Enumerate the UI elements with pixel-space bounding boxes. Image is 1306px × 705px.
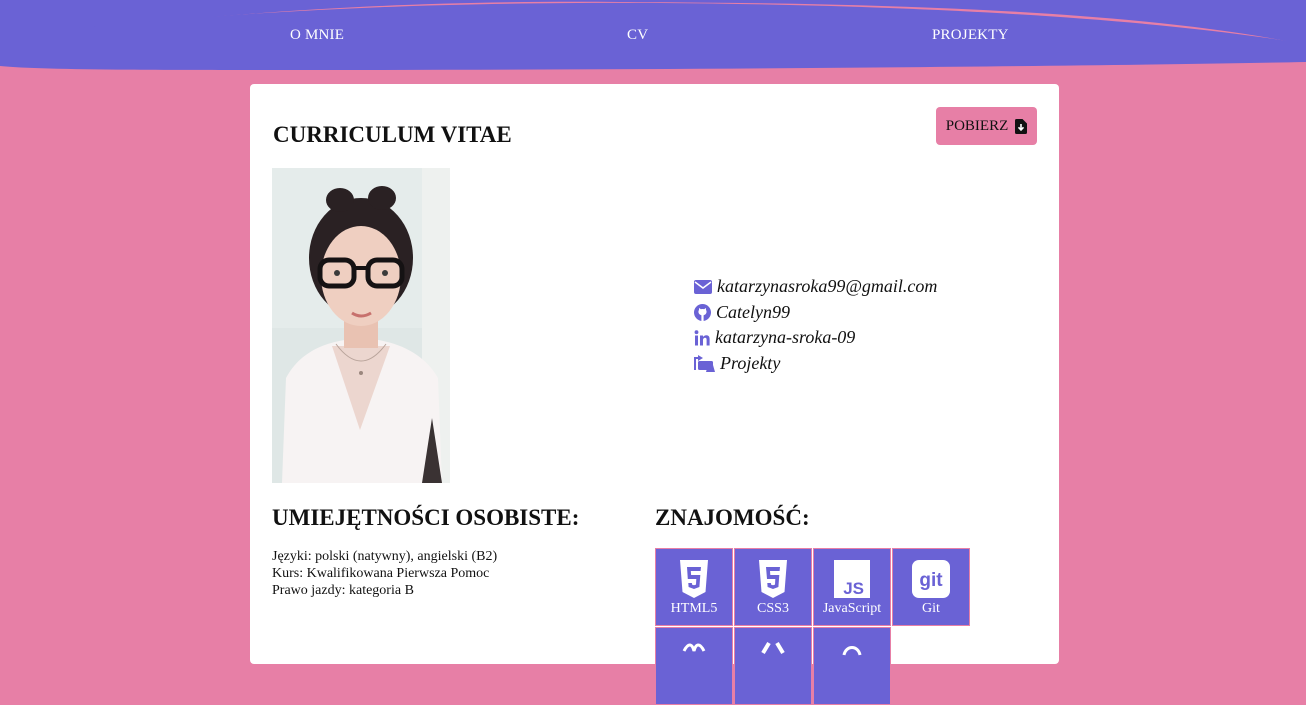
linkedin-icon xyxy=(694,330,710,346)
contact-github[interactable]: Catelyn99 xyxy=(694,300,937,326)
javascript-icon: JS xyxy=(834,560,870,598)
nav-link-cv[interactable]: CV xyxy=(627,27,648,44)
contact-projects[interactable]: Projekty xyxy=(694,351,937,377)
download-button[interactable]: POBIERZ xyxy=(936,107,1037,145)
git-icon: git xyxy=(912,560,950,598)
tech-tile xyxy=(655,627,733,705)
skill-languages: Języki: polski (natywny), angielski (B2) xyxy=(272,549,498,564)
contact-projects-text: Projekty xyxy=(720,352,781,373)
ribbon-icon xyxy=(682,643,706,652)
contact-linkedin-text: katarzyna-sroka-09 xyxy=(715,327,856,348)
tech-tile xyxy=(813,627,891,705)
file-download-icon xyxy=(1015,118,1028,134)
nav-link-about[interactable]: O MNIE xyxy=(290,27,344,44)
tech-tile-css3: CSS3 xyxy=(734,548,812,626)
tech-tile-git: git Git xyxy=(892,548,970,626)
html5-icon xyxy=(680,560,708,598)
cv-card: CURRICULUM VITAE POBIERZ katarzynasroka9… xyxy=(250,84,1059,705)
svg-text:JS: JS xyxy=(843,579,864,598)
tech-tile-label: JavaScript xyxy=(822,601,882,616)
arc-icon xyxy=(842,646,862,656)
tech-tile-javascript: JS JavaScript xyxy=(813,548,891,626)
skill-course: Kurs: Kwalifikowana Pierwsza Pomoc xyxy=(272,566,490,581)
download-button-label: POBIERZ xyxy=(945,117,1009,134)
github-icon xyxy=(694,303,711,321)
contact-github-text: Catelyn99 xyxy=(716,301,790,322)
nav-wave-background xyxy=(0,0,1306,70)
contact-linkedin[interactable]: katarzyna-sroka-09 xyxy=(694,325,937,351)
profile-photo xyxy=(272,168,450,483)
contact-list: katarzynasroka99@gmail.com Catelyn99 kat… xyxy=(694,274,937,376)
nav-link-projects[interactable]: PROJEKTY xyxy=(932,27,1009,44)
contact-email[interactable]: katarzynasroka99@gmail.com xyxy=(694,274,937,300)
svg-text:git: git xyxy=(919,570,943,591)
tech-tile-html5: HTML5 xyxy=(655,548,733,626)
contact-email-text: katarzynasroka99@gmail.com xyxy=(717,276,938,297)
code-brackets-icon xyxy=(761,641,785,655)
tech-tile-label: CSS3 xyxy=(757,601,789,616)
envelope-icon xyxy=(694,279,712,294)
css3-icon xyxy=(759,560,787,598)
skills-list: Języki: polski (natywny), angielski (B2)… xyxy=(272,548,497,599)
tech-tile-label: HTML5 xyxy=(670,601,718,616)
skill-driving-license: Prawo jazdy: kategoria B xyxy=(272,583,414,598)
page-title: CURRICULUM VITAE xyxy=(273,122,512,147)
skills-title: UMIEJĘTNOŚCI OSOBISTE: xyxy=(272,505,580,530)
knowledge-title: ZNAJOMOŚĆ: xyxy=(655,505,810,530)
tech-tile xyxy=(734,627,812,705)
tech-tile-label: Git xyxy=(922,601,940,616)
projects-icon xyxy=(694,354,715,372)
